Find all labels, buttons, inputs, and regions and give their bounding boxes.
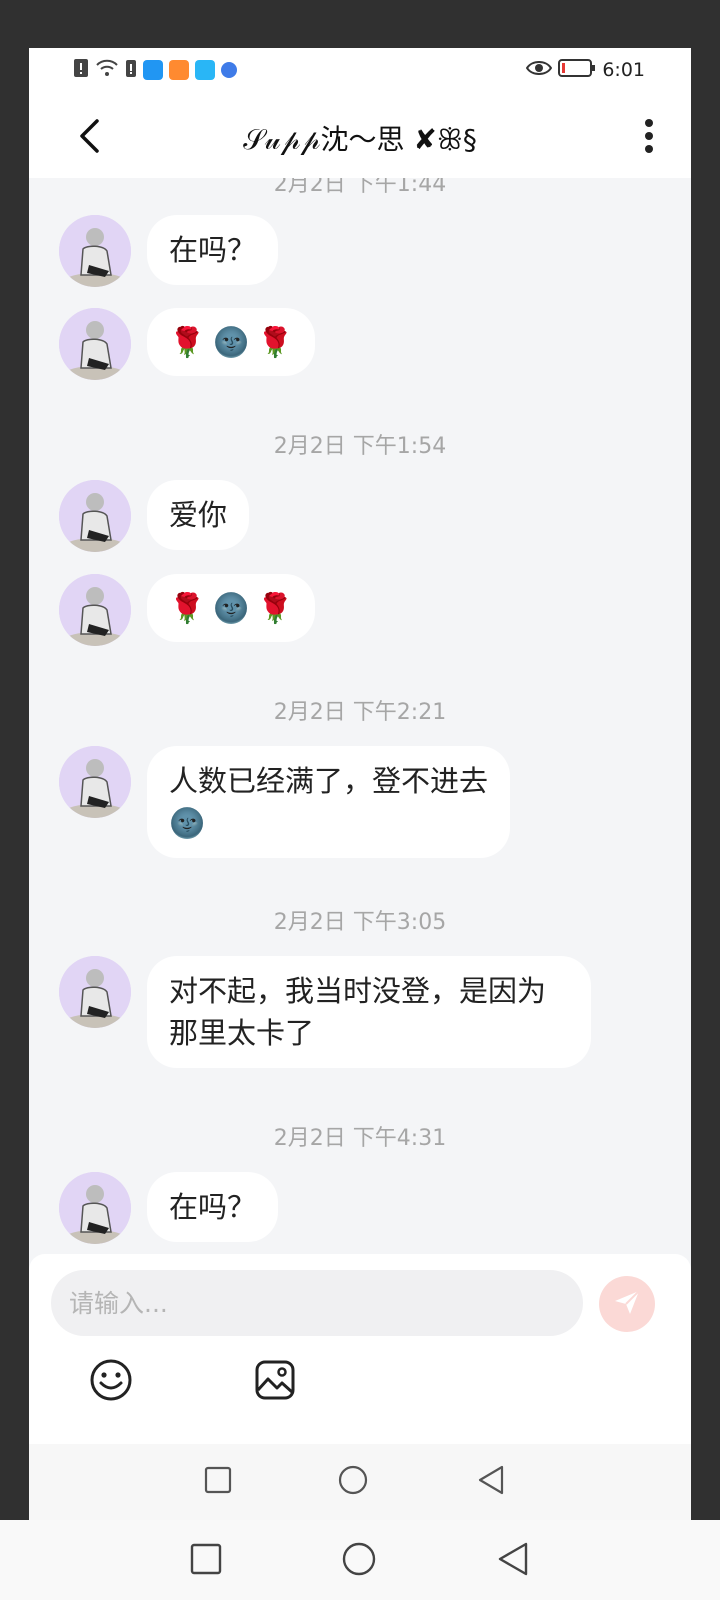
circle-icon <box>341 1541 377 1581</box>
square-icon <box>190 1543 222 1579</box>
message-row: 人数已经满了，登不进去 🌚 <box>59 746 511 858</box>
reader-app-icon <box>195 60 215 80</box>
message-row: 在吗？ <box>59 215 279 287</box>
search-app-icon <box>143 60 163 80</box>
rose-emoji: 🌹 <box>169 591 206 625</box>
message-bubble[interactable]: 对不起，我当时没登，是因为那里太卡了 <box>147 956 591 1068</box>
avatar[interactable] <box>59 1172 131 1244</box>
status-time: 6:01 <box>602 59 645 81</box>
emoji-icon <box>89 1358 133 1406</box>
emoji-button[interactable] <box>87 1358 135 1406</box>
avatar[interactable] <box>59 215 131 287</box>
back-nav-button[interactable] <box>494 1542 532 1580</box>
triangle-back-icon <box>496 1541 530 1581</box>
image-icon <box>253 1358 297 1406</box>
circle-icon <box>337 1464 369 1500</box>
avatar[interactable] <box>59 574 131 646</box>
avatar[interactable] <box>59 308 131 380</box>
status-icons-right: 6:01 <box>526 58 645 82</box>
more-options-button[interactable] <box>627 112 671 164</box>
message-row: 🌹 🌚 🌹 <box>59 574 316 646</box>
moon-face-emoji: 🌚 <box>213 591 250 625</box>
message-text: 人数已经满了，登不进去 <box>169 764 489 798</box>
message-bubble[interactable]: 🌹 🌚 🌹 <box>147 308 316 376</box>
battery-alert-icon <box>73 57 89 83</box>
input-panel <box>29 1254 691 1444</box>
rose-emoji: 🌹 <box>257 325 294 359</box>
battery-low-icon <box>558 58 596 82</box>
image-button[interactable] <box>251 1358 299 1406</box>
message-bubble[interactable]: 在吗？ <box>147 215 279 285</box>
message-bubble[interactable]: 在吗？ <box>147 1172 279 1242</box>
chevron-left-icon <box>77 118 101 158</box>
home-button[interactable] <box>335 1464 371 1500</box>
more-vertical-icon <box>644 118 654 158</box>
avatar[interactable] <box>59 746 131 818</box>
eye-icon <box>526 59 553 81</box>
message-bubble[interactable]: 🌹 🌚 🌹 <box>147 574 316 642</box>
message-row: 对不起，我当时没登，是因为那里太卡了 <box>59 956 591 1068</box>
home-button[interactable] <box>340 1542 378 1580</box>
message-row: 在吗？ <box>59 1172 279 1244</box>
message-bubble[interactable]: 爱你 <box>147 480 250 550</box>
status-bar: 6:01 <box>29 48 691 92</box>
message-input[interactable] <box>51 1270 583 1336</box>
message-row: 爱你 <box>59 480 250 552</box>
message-row: 🌹 🌚 🌹 <box>59 308 316 380</box>
app-navigation-bar <box>29 1444 691 1520</box>
avatar[interactable] <box>59 956 131 1028</box>
triangle-back-icon <box>476 1464 506 1500</box>
browser-app-icon <box>221 62 237 78</box>
battery-alert-icon <box>125 57 137 83</box>
phone-screen: 6:01 𝒮𝓊𝓅𝓅沈～思 ✘ꕥ§ 2月2日 下午1:44 在吗？ 🌹 🌚 🌹 2… <box>29 48 691 1520</box>
status-icons-left <box>73 57 237 83</box>
video-app-icon <box>169 60 189 80</box>
timestamp: 2月2日 下午1:44 <box>273 178 447 197</box>
back-nav-button[interactable] <box>473 1464 509 1500</box>
chat-title: 𝒮𝓊𝓅𝓅沈～思 ✘ꕥ§ <box>243 123 477 156</box>
recent-apps-button[interactable] <box>200 1464 236 1500</box>
timestamp: 2月2日 下午1:54 <box>273 434 447 459</box>
message-list[interactable]: 2月2日 下午1:44 在吗？ 🌹 🌚 🌹 2月2日 下午1:54 爱你 🌹 🌚… <box>29 178 691 1304</box>
moon-face-emoji: 🌚 <box>213 325 250 359</box>
avatar[interactable] <box>59 480 131 552</box>
wifi-icon <box>95 58 119 82</box>
system-navigation-bar <box>0 1520 720 1600</box>
rose-emoji: 🌹 <box>257 591 294 625</box>
send-icon <box>612 1287 642 1321</box>
message-bubble[interactable]: 人数已经满了，登不进去 🌚 <box>147 746 511 858</box>
timestamp: 2月2日 下午2:21 <box>273 700 447 725</box>
square-icon <box>204 1466 232 1498</box>
moon-face-emoji: 🌚 <box>169 806 206 840</box>
recent-apps-button[interactable] <box>187 1542 225 1580</box>
timestamp: 2月2日 下午4:31 <box>273 1126 447 1151</box>
back-button[interactable] <box>67 112 111 164</box>
timestamp: 2月2日 下午3:05 <box>273 910 447 935</box>
rose-emoji: 🌹 <box>169 325 206 359</box>
send-button[interactable] <box>599 1276 655 1332</box>
